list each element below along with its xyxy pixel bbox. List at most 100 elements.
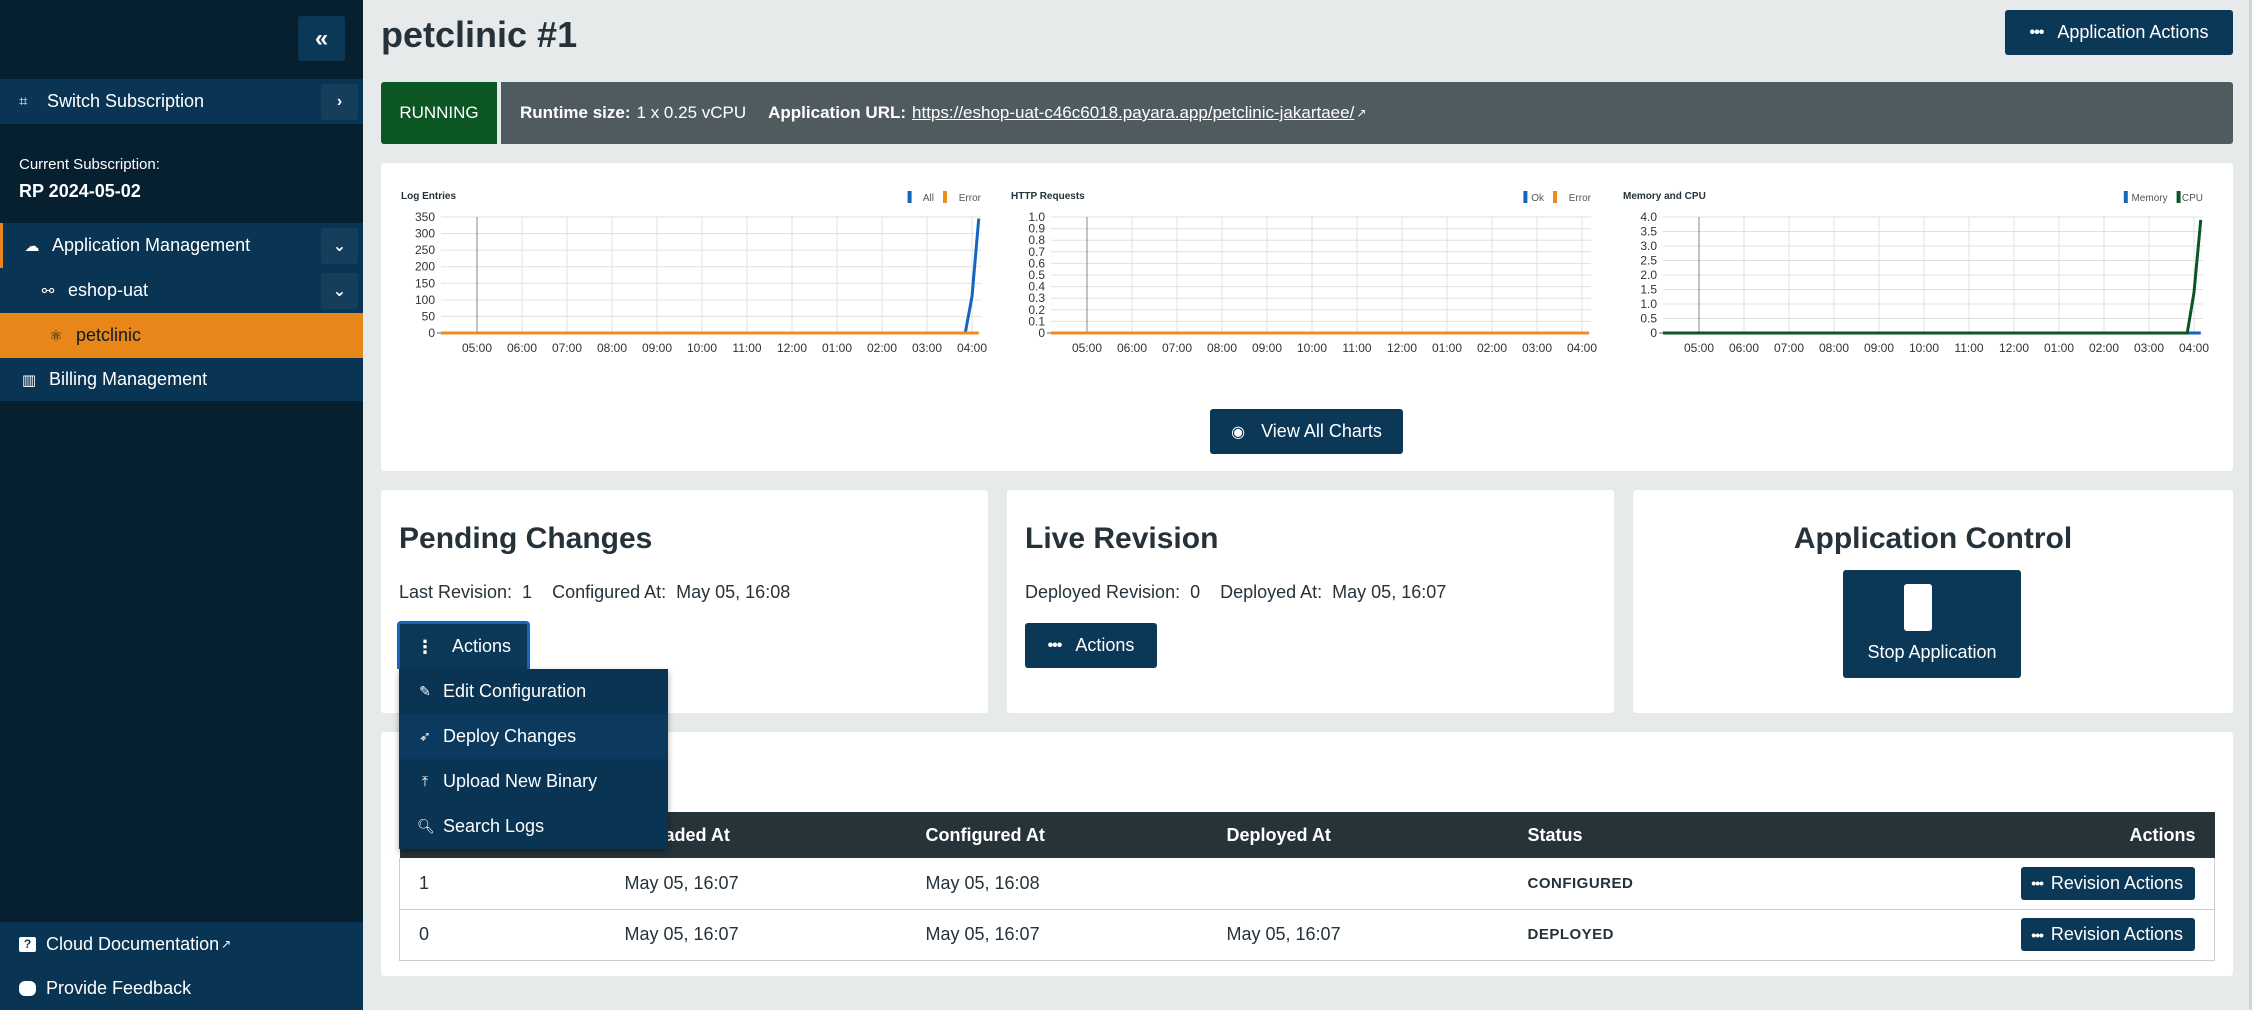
configured-at: May 05, 16:08 (906, 858, 1208, 910)
sidebar: « ⌗ Switch Subscription › Current Subscr… (0, 0, 363, 1010)
switch-subscription[interactable]: ⌗ Switch Subscription › (0, 79, 363, 124)
menu-item-edit-configuration[interactable]: ✎ Edit Configuration (399, 669, 668, 714)
legend-swatch (2176, 191, 2181, 203)
column-header-status[interactable]: Status (1508, 812, 1810, 858)
uploaded-at: May 05, 16:07 (605, 909, 907, 961)
revision-actions-button[interactable]: ••• Revision Actions (2021, 918, 2195, 951)
stop-application-button[interactable]: Stop Application (1843, 570, 2021, 678)
x-tick-label: 07:00 (1162, 341, 1192, 355)
application-actions-label: Application Actions (2057, 22, 2209, 42)
actions-label: Actions (451, 636, 512, 656)
sidebar-item-application-management[interactable]: ☁ Application Management ⌄ (0, 223, 363, 268)
legend-label: Error (1569, 193, 1592, 204)
legend-swatch (2123, 191, 2128, 203)
application-url-link[interactable]: https://eshop-uat-c46c6018.payara.app/pe… (912, 103, 1354, 123)
x-tick-label: 08:00 (1819, 341, 1849, 355)
y-tick-label: 350 (415, 210, 435, 224)
table-row: 0 May 05, 16:07 May 05, 16:07 May 05, 16… (399, 909, 2215, 961)
pending-changes-meta: Last Revision: 1 Configured At: May 05, … (399, 582, 791, 602)
y-tick-label: 0 (428, 326, 435, 340)
legend-label: Ok (1531, 193, 1545, 204)
revision-actions-button[interactable]: ••• Revision Actions (2021, 866, 2195, 900)
revision-actions-label: Revision Actions (2050, 872, 2183, 893)
y-tick-label: 0 (1650, 326, 1657, 340)
current-subscription-label: Current Subscription: (19, 156, 160, 173)
chevron-right-icon[interactable]: › (321, 84, 358, 120)
legend-label: All (923, 193, 934, 204)
x-tick-label: 11:00 (1954, 341, 1983, 355)
runtime-size-label: Runtime size: (520, 103, 631, 122)
current-subscription-value: RP 2024-05-02 (19, 181, 141, 201)
ellipsis-icon: ••• (2031, 926, 2044, 943)
provide-feedback-link[interactable]: Provide Feedback (0, 966, 363, 1010)
y-tick-label: 100 (415, 293, 435, 307)
x-tick-label: 09:00 (642, 341, 672, 355)
atom-icon: ⚛ (49, 327, 63, 345)
application-control-title: Application Control (1793, 522, 2073, 555)
chart-title: Memory and CPU (1623, 191, 1706, 202)
switch-subscription-label: Switch Subscription (47, 91, 205, 111)
sidebar-item-label: Application Management (52, 235, 251, 255)
collapse-sidebar-button[interactable]: « (298, 16, 345, 61)
revision-actions-label: Revision Actions (2050, 924, 2183, 944)
x-tick-label: 09:00 (1252, 341, 1282, 355)
x-tick-label: 06:00 (1117, 341, 1147, 355)
y-tick-label: 2.5 (1640, 254, 1657, 268)
sidebar-item-eshop-uat[interactable]: ⚯ eshop-uat ⌄ (0, 268, 363, 313)
column-header-configured-at[interactable]: Configured At (906, 812, 1208, 858)
revision-number: 0 (399, 909, 606, 961)
search-icon: 🔍︎ (417, 818, 435, 834)
chevron-down-icon[interactable]: ⌄ (321, 273, 358, 309)
menu-item-search-logs[interactable]: 🔍︎ Search Logs (399, 804, 668, 849)
sidebar-item-billing-management[interactable]: ▥ Billing Management (0, 358, 363, 401)
actions-label: Actions (1075, 635, 1135, 655)
runtime-size-value: 1 x 0.25 vCPU (636, 103, 747, 122)
sidebar-item-label: Billing Management (49, 369, 208, 389)
cloud-icon: ☁ (24, 237, 40, 255)
x-tick-label: 04:00 (2179, 341, 2209, 355)
legend-label: CPU (2182, 193, 2203, 204)
live-revision-card: Live Revision Deployed Revision: 0 Deplo… (1007, 490, 1614, 713)
y-tick-label: 0.5 (1640, 312, 1657, 326)
y-tick-label: 50 (422, 309, 436, 323)
stop-application-label: Stop Application (1867, 642, 1997, 662)
x-tick-label: 05:00 (1072, 341, 1102, 355)
sidebar-item-petclinic[interactable]: ⚛ petclinic (0, 313, 363, 358)
deployed-at: May 05, 16:07 (1207, 909, 1509, 961)
x-tick-label: 06:00 (507, 341, 537, 355)
x-tick-label: 03:00 (1522, 341, 1552, 355)
chevron-down-icon[interactable]: ⌄ (321, 228, 358, 264)
cloud-documentation-link[interactable]: ? Cloud Documentation ↗ (0, 922, 363, 966)
sidebar-item-label: eshop-uat (68, 280, 149, 300)
upload-icon: ⤒ (421, 773, 429, 789)
network-icon: ⚯ (41, 282, 55, 300)
x-tick-label: 12:00 (1387, 341, 1417, 355)
column-header-deployed-at[interactable]: Deployed At (1207, 812, 1509, 858)
application-control-card: Application Control Stop Application (1633, 490, 2233, 713)
live-actions-button[interactable]: ••• Actions (1025, 623, 1157, 668)
x-tick-label: 11:00 (732, 341, 761, 355)
legend-swatch (1523, 191, 1528, 203)
legend-label: Memory (2131, 193, 2167, 204)
view-all-charts-button[interactable]: ◉ View All Charts (1210, 409, 1403, 454)
wrench-icon: ✎ (419, 683, 431, 699)
pending-actions-button[interactable]: ⋮ Actions (397, 621, 530, 669)
y-tick-label: 4.0 (1640, 210, 1657, 224)
provide-feedback-label: Provide Feedback (46, 977, 192, 998)
memory-cpu-chart-svg: Memory and CPU CPUMemory00.51.01.52.02.53… (1623, 191, 2209, 355)
menu-item-upload-new-binary[interactable]: ⤒ Upload New Binary (399, 759, 668, 804)
x-tick-label: 01:00 (2044, 341, 2074, 355)
legend-swatch (1553, 191, 1557, 203)
x-tick-label: 04:00 (957, 341, 987, 355)
x-tick-label: 07:00 (552, 341, 582, 355)
external-link-icon: ↗ (221, 937, 232, 951)
y-tick-label: 150 (415, 276, 435, 290)
double-chevron-left-icon: « (314, 24, 329, 52)
uploaded-at: May 05, 16:07 (605, 858, 907, 910)
memory-cpu-chart: Memory and CPU CPU Memory 0 0.5 1.0 1.5 2.0 2.5 3… (1623, 183, 2213, 358)
x-tick-label: 11:00 (1342, 341, 1371, 355)
application-actions-button[interactable]: ••• Application Actions (2005, 10, 2233, 55)
x-tick-label: 10:00 (1297, 341, 1327, 355)
menu-item-deploy-changes[interactable]: ➶ Deploy Changes (399, 714, 668, 759)
actions-cell: ••• Revision Actions (1809, 858, 2215, 910)
